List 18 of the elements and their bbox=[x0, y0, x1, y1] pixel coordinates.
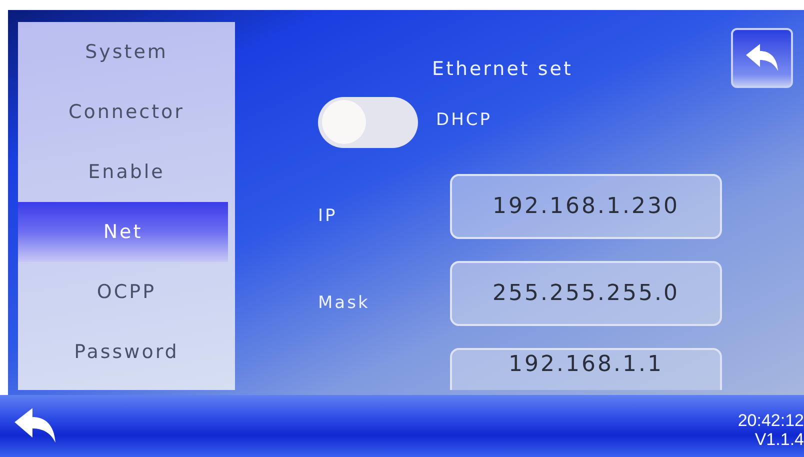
clock-time: 20:42:12 bbox=[738, 411, 804, 430]
screen-title: Ethernet set bbox=[432, 58, 574, 80]
sidebar-item[interactable]: Connector bbox=[18, 82, 235, 142]
sidebar-item[interactable]: Password bbox=[18, 322, 235, 382]
back-button[interactable] bbox=[731, 28, 793, 88]
sidebar-item[interactable]: Net bbox=[18, 202, 228, 262]
input-field[interactable]: 192.168.1.1 bbox=[450, 348, 722, 390]
field-label: Mask bbox=[318, 292, 370, 312]
input-field[interactable]: 192.168.1.230 bbox=[450, 174, 722, 239]
back-arrow-icon bbox=[744, 43, 780, 73]
sidebar-item[interactable]: OCPP bbox=[18, 262, 235, 322]
version-text: V1.1.4 bbox=[754, 430, 804, 449]
sidebar-item[interactable]: Enable bbox=[18, 142, 235, 202]
input-field[interactable]: 255.255.255.0 bbox=[450, 261, 722, 326]
sidebar-item[interactable]: System bbox=[18, 22, 235, 82]
dhcp-label: DHCP bbox=[436, 110, 492, 130]
field-label: IP bbox=[318, 206, 338, 226]
toggle-switch[interactable] bbox=[318, 97, 418, 148]
